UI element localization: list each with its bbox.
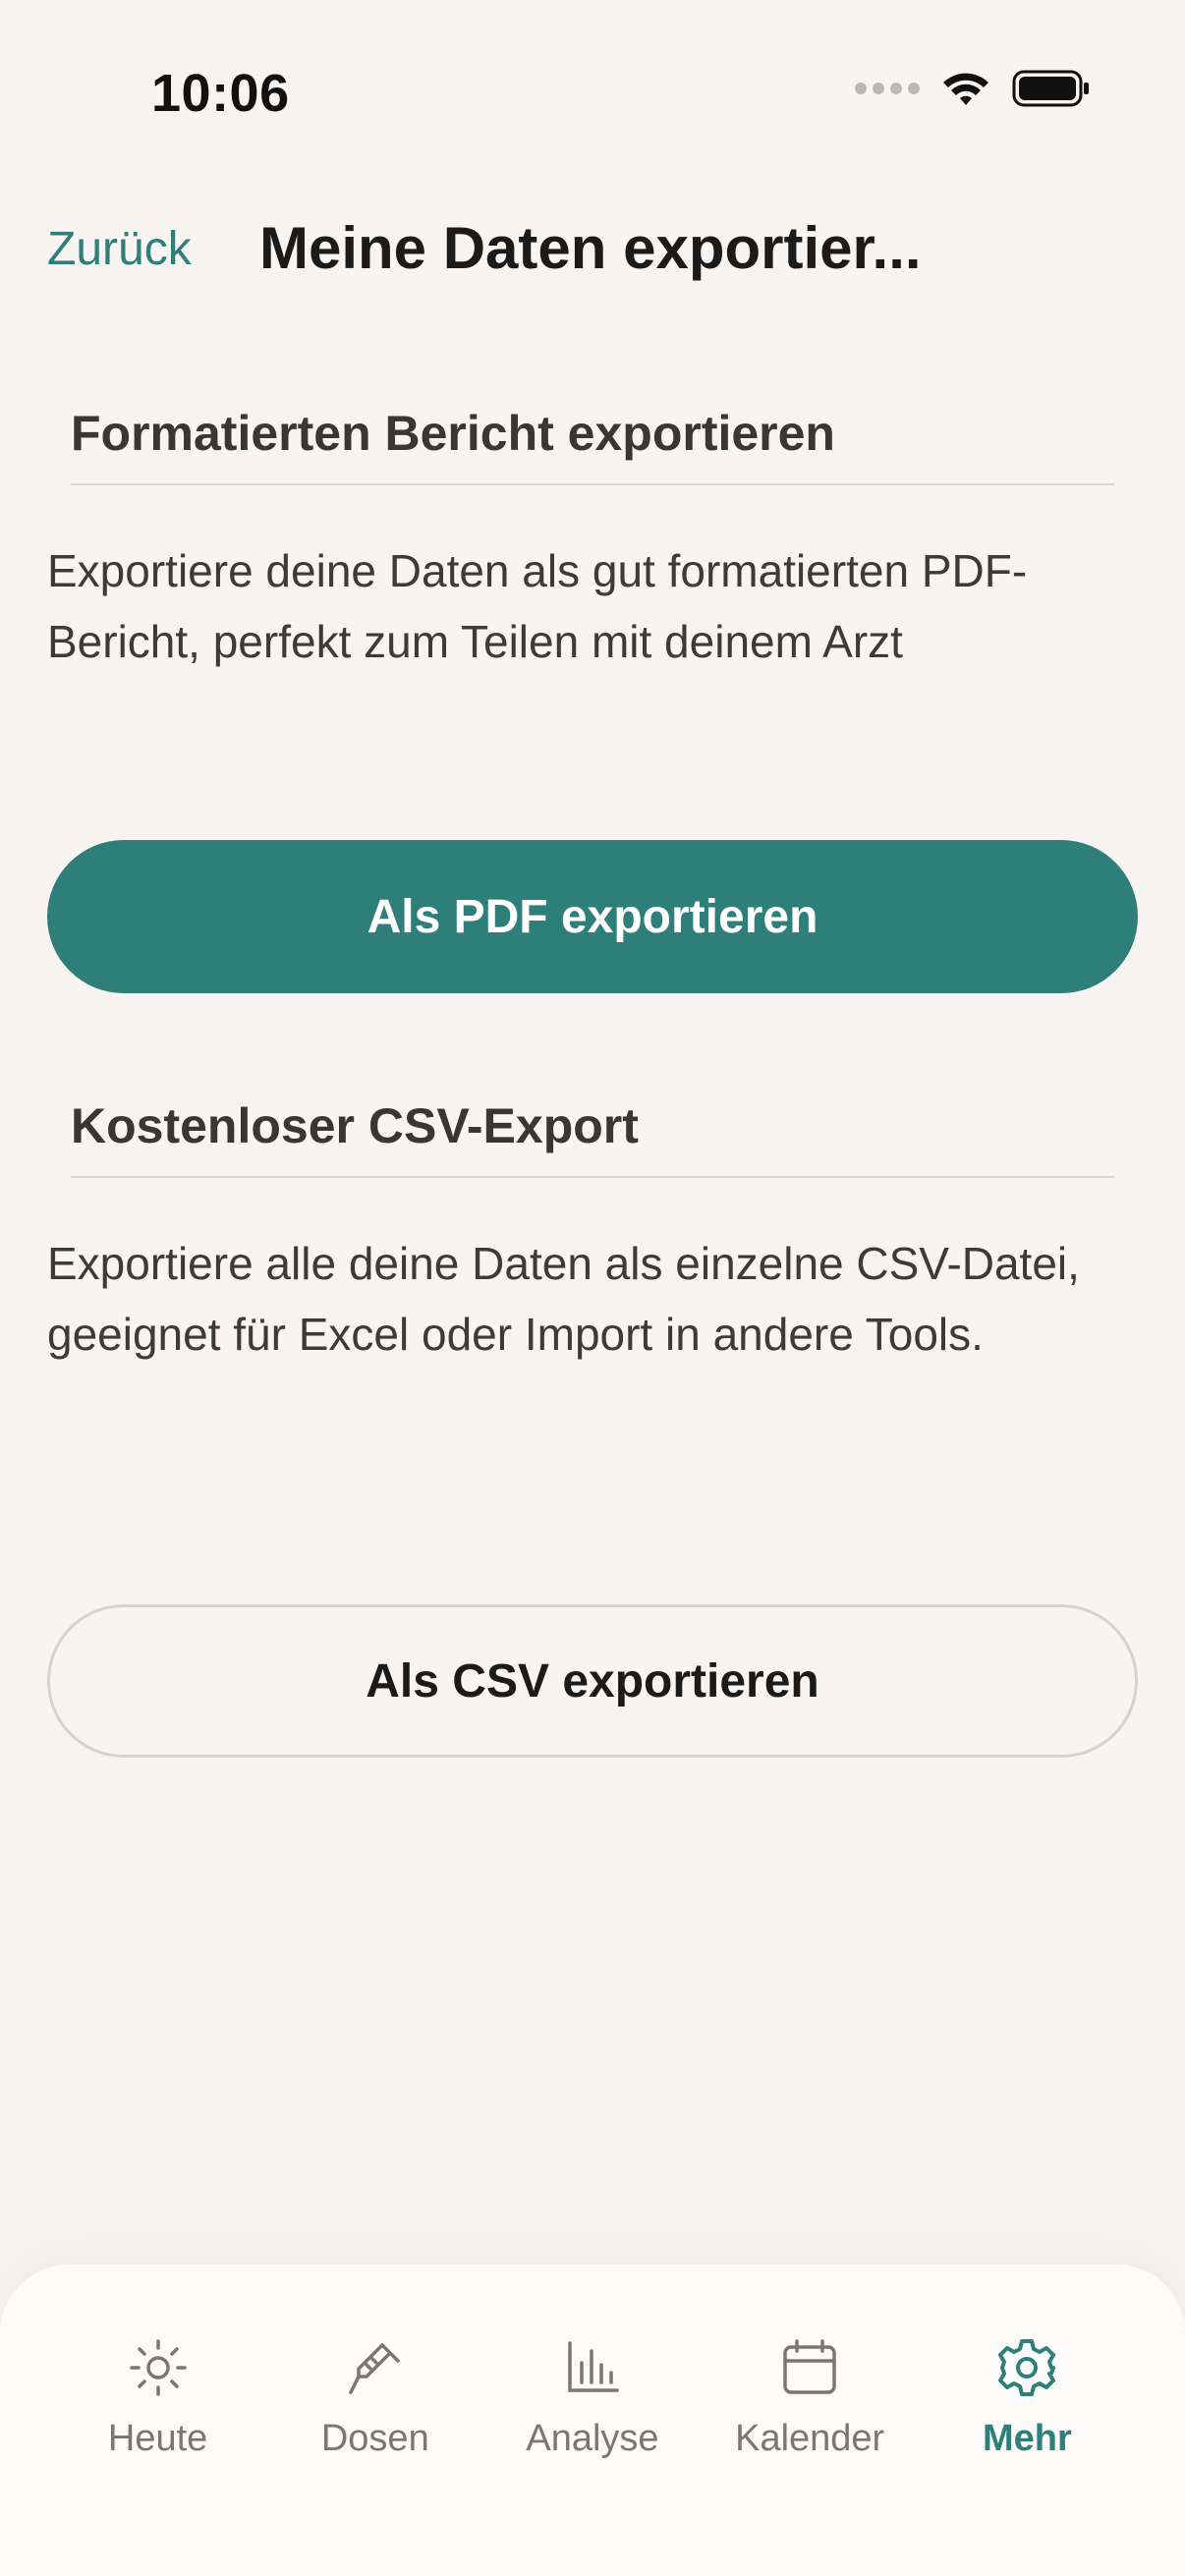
tab-label: Kalender <box>735 2418 885 2459</box>
tab-label: Dosen <box>320 2418 429 2459</box>
status-icons <box>855 69 1091 108</box>
cellular-signal-icon <box>855 83 920 94</box>
syringe-icon <box>349 2343 400 2394</box>
export-pdf-button[interactable]: Als PDF exportieren <box>47 840 1138 993</box>
wifi-icon <box>943 73 988 105</box>
battery-icon <box>1012 70 1089 107</box>
csv-section-description: Exportiere alle deine Daten als einzelne… <box>47 1238 1080 1360</box>
back-button[interactable]: Zurück <box>47 222 192 276</box>
tab-label: Analyse <box>526 2418 659 2459</box>
tab-label: Mehr <box>982 2418 1072 2459</box>
calendar-icon <box>783 2339 836 2394</box>
gear-icon <box>998 2339 1056 2396</box>
page-title: Meine Daten exportier... <box>259 215 922 281</box>
tab-dosen[interactable]: Dosen <box>277 2265 474 2576</box>
pdf-section-description: Exportiere deine Daten als gut formatier… <box>47 545 1028 667</box>
export-csv-button[interactable]: Als CSV exportieren <box>47 1604 1138 1758</box>
tab-kalender[interactable]: Kalender <box>711 2265 908 2576</box>
pdf-section-heading: Formatierten Bericht exportieren <box>71 405 1114 485</box>
status-time: 10:06 <box>151 64 290 123</box>
tab-heute[interactable]: Heute <box>60 2265 256 2576</box>
tab-mehr[interactable]: Mehr <box>929 2265 1125 2576</box>
nav-header: Zurück Meine Daten exportier... <box>0 206 1185 305</box>
csv-section-heading: Kostenloser CSV-Export <box>71 1097 1114 1178</box>
sun-icon <box>129 2339 187 2396</box>
tab-label: Heute <box>107 2418 208 2459</box>
status-bar: 10:06 <box>0 0 1185 187</box>
bar-chart-icon <box>568 2341 619 2392</box>
tab-analyse[interactable]: Analyse <box>494 2265 691 2576</box>
tab-bar: Heute Dosen Analyse Kalender Mehr <box>0 2265 1185 2576</box>
